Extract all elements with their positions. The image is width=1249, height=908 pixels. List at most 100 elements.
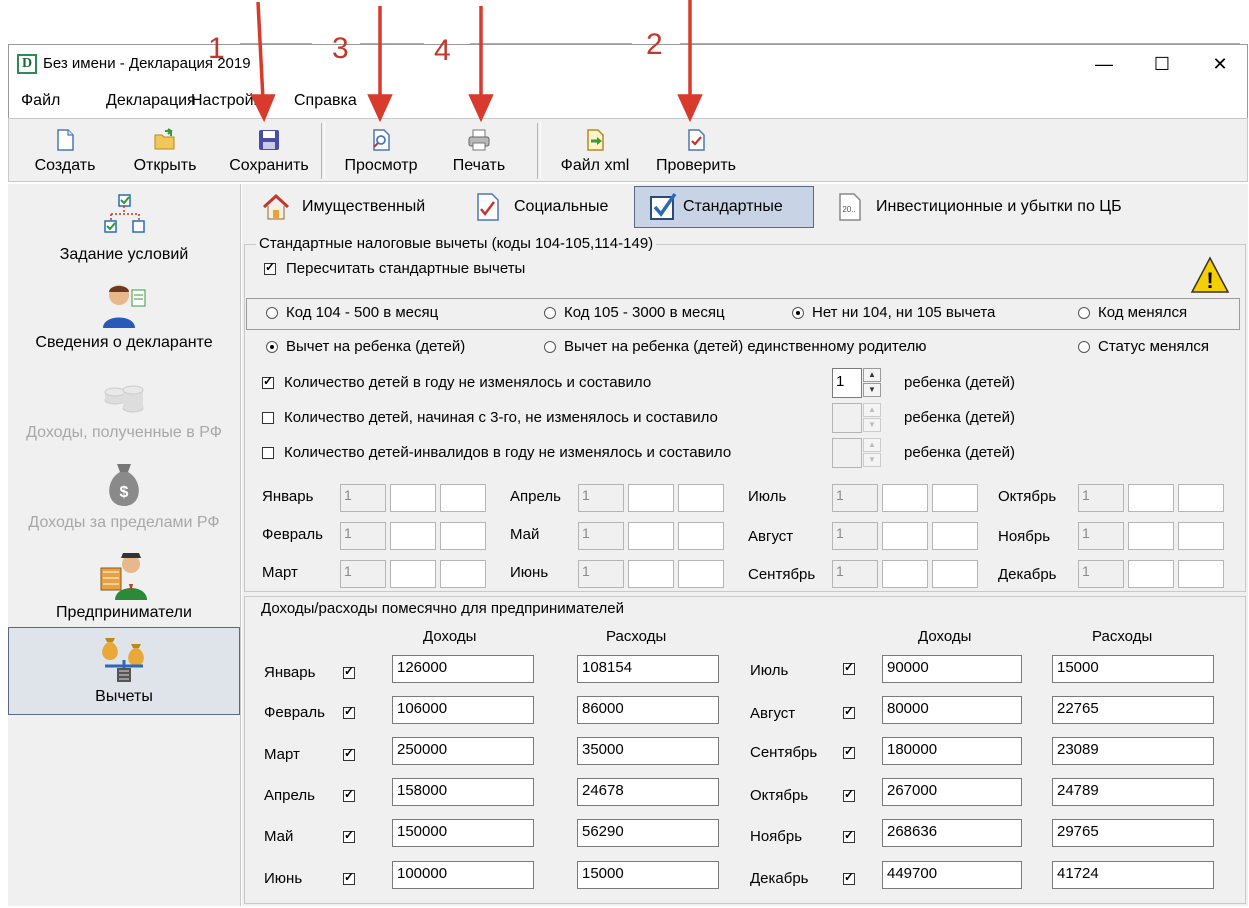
monthly-checkbox[interactable] bbox=[343, 870, 355, 889]
tab-investment[interactable]: 20.. Инвестиционные и убытки по ЦБ bbox=[834, 186, 1154, 228]
month-field[interactable]: 1 bbox=[1078, 484, 1124, 512]
children-disabled-checkbox[interactable] bbox=[262, 446, 274, 463]
month-field[interactable] bbox=[390, 484, 436, 512]
spin-up-button[interactable]: ▲ bbox=[863, 438, 881, 452]
spin-down-button[interactable]: ▼ bbox=[863, 418, 881, 432]
spin-up-button[interactable]: ▲ bbox=[863, 403, 881, 417]
month-field[interactable] bbox=[440, 560, 486, 588]
month-field[interactable] bbox=[678, 484, 724, 512]
expense-field[interactable]: 41724 bbox=[1052, 861, 1214, 889]
radio-code-104[interactable] bbox=[266, 306, 278, 323]
month-field[interactable] bbox=[440, 522, 486, 550]
month-field[interactable] bbox=[678, 522, 724, 550]
nav-income-abroad[interactable]: $ Доходы за пределами РФ bbox=[8, 460, 240, 540]
income-field[interactable]: 268636 bbox=[882, 819, 1022, 847]
radio-single-parent[interactable] bbox=[544, 340, 556, 357]
expense-field[interactable]: 15000 bbox=[577, 861, 719, 889]
month-field[interactable] bbox=[1178, 522, 1224, 550]
recalc-checkbox[interactable] bbox=[264, 260, 276, 279]
monthly-checkbox[interactable] bbox=[343, 746, 355, 765]
income-field[interactable]: 106000 bbox=[392, 696, 534, 724]
monthly-checkbox[interactable] bbox=[843, 787, 855, 806]
month-field[interactable] bbox=[882, 560, 928, 588]
month-field[interactable] bbox=[882, 484, 928, 512]
income-field[interactable]: 90000 bbox=[882, 655, 1022, 683]
income-field[interactable]: 180000 bbox=[882, 737, 1022, 765]
expense-field[interactable]: 29765 bbox=[1052, 819, 1214, 847]
radio-code-changed[interactable] bbox=[1078, 306, 1090, 323]
month-field[interactable]: 1 bbox=[1078, 522, 1124, 550]
tab-social[interactable]: Социальные bbox=[472, 186, 632, 228]
expense-field[interactable]: 23089 bbox=[1052, 737, 1214, 765]
monthly-checkbox[interactable] bbox=[343, 664, 355, 683]
radio-code-105[interactable] bbox=[544, 306, 556, 323]
children-count-spinner[interactable]: 1 ▲ ▼ bbox=[832, 368, 882, 398]
radio-no-104-105[interactable] bbox=[792, 306, 804, 323]
month-field[interactable] bbox=[1128, 484, 1174, 512]
month-field[interactable] bbox=[628, 484, 674, 512]
expense-field[interactable]: 24678 bbox=[577, 778, 719, 806]
expense-field[interactable]: 56290 bbox=[577, 819, 719, 847]
tab-property[interactable]: Имущественный bbox=[260, 186, 466, 228]
children-count-value[interactable]: 1 bbox=[832, 368, 862, 398]
radio-child-deduction[interactable] bbox=[266, 340, 278, 357]
expense-field[interactable]: 86000 bbox=[577, 696, 719, 724]
monthly-checkbox[interactable] bbox=[843, 660, 855, 679]
spin-down-button[interactable]: ▼ bbox=[863, 383, 881, 397]
monthly-checkbox[interactable] bbox=[843, 828, 855, 847]
month-field[interactable]: 1 bbox=[340, 522, 386, 550]
children-disabled-spinner[interactable]: ▲ ▼ bbox=[832, 438, 882, 468]
month-field[interactable]: 1 bbox=[832, 560, 878, 588]
month-field[interactable]: 1 bbox=[578, 484, 624, 512]
monthly-checkbox[interactable] bbox=[343, 828, 355, 847]
children-third-checkbox[interactable] bbox=[262, 411, 274, 428]
income-field[interactable]: 80000 bbox=[882, 696, 1022, 724]
month-field[interactable]: 1 bbox=[832, 522, 878, 550]
month-field[interactable] bbox=[390, 522, 436, 550]
income-field[interactable]: 158000 bbox=[392, 778, 534, 806]
income-field[interactable]: 449700 bbox=[882, 861, 1022, 889]
monthly-checkbox[interactable] bbox=[843, 744, 855, 763]
nav-conditions[interactable]: Задание условий bbox=[8, 192, 240, 272]
month-field[interactable] bbox=[390, 560, 436, 588]
children-third-value[interactable] bbox=[832, 403, 862, 433]
children-count-checkbox[interactable] bbox=[262, 374, 274, 393]
month-field[interactable] bbox=[440, 484, 486, 512]
tab-standard[interactable]: Стандартные bbox=[634, 186, 814, 228]
expense-field[interactable]: 24789 bbox=[1052, 778, 1214, 806]
month-field[interactable] bbox=[628, 522, 674, 550]
expense-field[interactable]: 15000 bbox=[1052, 655, 1214, 683]
month-field[interactable] bbox=[882, 522, 928, 550]
spin-down-button[interactable]: ▼ bbox=[863, 453, 881, 467]
income-field[interactable]: 250000 bbox=[392, 737, 534, 765]
monthly-checkbox[interactable] bbox=[343, 787, 355, 806]
expense-field[interactable]: 108154 bbox=[577, 655, 719, 683]
income-field[interactable]: 100000 bbox=[392, 861, 534, 889]
income-field[interactable]: 267000 bbox=[882, 778, 1022, 806]
children-third-spinner[interactable]: ▲ ▼ bbox=[832, 403, 882, 433]
children-disabled-value[interactable] bbox=[832, 438, 862, 468]
month-field[interactable] bbox=[1128, 560, 1174, 588]
month-field[interactable] bbox=[678, 560, 724, 588]
radio-status-changed[interactable] bbox=[1078, 340, 1090, 357]
nav-deductions[interactable]: Вычеты bbox=[8, 627, 240, 715]
month-field[interactable]: 1 bbox=[578, 560, 624, 588]
nav-income-rf[interactable]: Доходы, полученные в РФ bbox=[8, 370, 240, 450]
monthly-checkbox[interactable] bbox=[843, 870, 855, 889]
month-field[interactable]: 1 bbox=[340, 560, 386, 588]
expense-field[interactable]: 22765 bbox=[1052, 696, 1214, 724]
month-field[interactable] bbox=[932, 560, 978, 588]
month-field[interactable]: 1 bbox=[578, 522, 624, 550]
month-field[interactable] bbox=[1178, 484, 1224, 512]
expense-field[interactable]: 35000 bbox=[577, 737, 719, 765]
month-field[interactable]: 1 bbox=[340, 484, 386, 512]
nav-entrepreneurs[interactable]: Предприниматели bbox=[8, 550, 240, 630]
month-field[interactable]: 1 bbox=[832, 484, 878, 512]
month-field[interactable] bbox=[1178, 560, 1224, 588]
spin-up-button[interactable]: ▲ bbox=[863, 368, 881, 382]
nav-declarant-info[interactable]: Сведения о декларанте bbox=[8, 280, 240, 360]
month-field[interactable] bbox=[932, 522, 978, 550]
income-field[interactable]: 150000 bbox=[392, 819, 534, 847]
recalc-check[interactable] bbox=[264, 260, 276, 275]
monthly-checkbox[interactable] bbox=[843, 704, 855, 723]
